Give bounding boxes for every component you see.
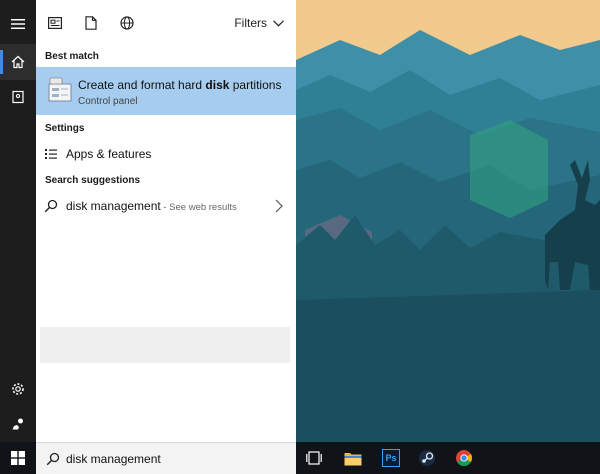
notebook-icon[interactable] <box>0 79 36 115</box>
list-icon <box>45 149 57 159</box>
start-windows-icon[interactable] <box>9 449 27 467</box>
panel-topbar: Filters <box>36 0 296 46</box>
task-view-icon[interactable] <box>305 449 323 467</box>
suggestion-web-result[interactable]: disk management - See web results <box>36 193 296 219</box>
photoshop-icon[interactable]: Ps <box>382 449 400 467</box>
search-icon <box>46 452 60 466</box>
suggestion-text: disk management - See web results <box>66 199 237 213</box>
taskbar-search-box[interactable] <box>36 442 296 474</box>
chevron-down-icon <box>273 19 284 27</box>
filters-label: Filters <box>234 16 267 30</box>
web-icon[interactable] <box>118 14 136 32</box>
preview-area <box>40 327 290 363</box>
settings-heading: Settings <box>45 123 85 134</box>
start-rail <box>0 0 36 442</box>
chrome-icon[interactable] <box>455 449 473 467</box>
disk-management-icon <box>48 77 72 102</box>
search-suggestions-heading: Search suggestions <box>45 175 141 186</box>
steam-icon[interactable] <box>418 449 436 467</box>
best-match-subtitle: Control panel <box>78 96 138 107</box>
settings-gear-icon[interactable] <box>0 371 36 407</box>
home-icon[interactable] <box>0 44 36 80</box>
best-match-heading: Best match <box>45 51 99 62</box>
apps-icon[interactable] <box>46 14 64 32</box>
taskbar: Ps <box>0 442 600 474</box>
documents-icon[interactable] <box>82 14 100 32</box>
photoshop-label: Ps <box>385 453 397 463</box>
feedback-icon[interactable] <box>0 406 36 442</box>
search-icon <box>44 199 58 213</box>
filters-dropdown[interactable]: Filters <box>234 16 284 30</box>
search-results-panel: Filters Best match Create and format har… <box>36 0 296 442</box>
settings-item-label: Apps & features <box>66 147 152 161</box>
chevron-right-icon[interactable] <box>274 199 284 213</box>
best-match-title: Create and format hard disk partitions <box>78 78 282 92</box>
file-explorer-icon[interactable] <box>344 449 362 467</box>
settings-item-apps-features[interactable]: Apps & features <box>36 141 296 167</box>
hamburger-menu-icon[interactable] <box>0 6 36 42</box>
best-match-result[interactable]: Create and format hard disk partitions C… <box>36 67 296 115</box>
search-input[interactable] <box>66 450 266 468</box>
